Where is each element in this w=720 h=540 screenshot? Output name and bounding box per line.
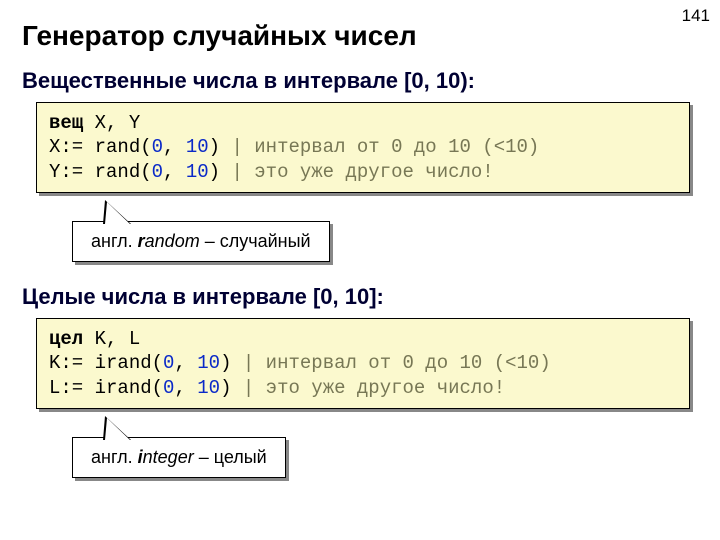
number-literal: 0 bbox=[152, 161, 163, 183]
code-text: , bbox=[174, 352, 197, 374]
callout-pointer-icon bbox=[103, 200, 131, 224]
number-literal: 0 bbox=[163, 377, 174, 399]
slide-title: Генератор случайных чисел bbox=[22, 20, 698, 52]
callout-word: andom bbox=[145, 231, 200, 251]
section2-heading: Целые числа в интервале [0, 10]: bbox=[22, 284, 698, 310]
number-literal: 10 bbox=[186, 161, 209, 183]
code-text: X:= rand( bbox=[49, 136, 152, 158]
code-text: , bbox=[174, 377, 197, 399]
code-text: , bbox=[163, 136, 186, 158]
code-text: K:= irand( bbox=[49, 352, 163, 374]
number-literal: 10 bbox=[197, 377, 220, 399]
code-text: ) bbox=[220, 377, 243, 399]
number-literal: 0 bbox=[152, 136, 163, 158]
callout-translation: – случайный bbox=[200, 231, 311, 251]
page-number: 141 bbox=[682, 6, 710, 26]
code-text: Y:= rand( bbox=[49, 161, 152, 183]
code-text: K, L bbox=[83, 328, 140, 350]
callout-random: англ. random – случайный bbox=[72, 193, 698, 262]
code-block-real: вещ X, Y X:= rand(0, 10) | интервал от 0… bbox=[36, 102, 690, 193]
code-text: ) bbox=[220, 352, 243, 374]
number-literal: 10 bbox=[186, 136, 209, 158]
code-comment: | интервал от 0 до 10 (<10) bbox=[231, 136, 539, 158]
slide-content: Генератор случайных чисел Вещественные ч… bbox=[0, 0, 720, 478]
code-text: , bbox=[163, 161, 186, 183]
callout-box: англ. integer – целый bbox=[72, 437, 286, 478]
callout-prefix: англ. bbox=[91, 231, 138, 251]
number-literal: 0 bbox=[163, 352, 174, 374]
callout-highlight-letter: r bbox=[138, 231, 145, 251]
keyword-vesh: вещ bbox=[49, 112, 83, 134]
code-comment: | это уже другое число! bbox=[231, 161, 493, 183]
section1-heading: Вещественные числа в интервале [0, 10): bbox=[22, 68, 698, 94]
callout-integer: англ. integer – целый bbox=[72, 409, 698, 478]
callout-translation: – целый bbox=[194, 447, 267, 467]
code-text: ) bbox=[209, 136, 232, 158]
callout-box: англ. random – случайный bbox=[72, 221, 330, 262]
callout-word: nteger bbox=[143, 447, 194, 467]
code-comment: | это уже другое число! bbox=[243, 377, 505, 399]
code-block-int: цел K, L K:= irand(0, 10) | интервал от … bbox=[36, 318, 690, 409]
keyword-tsel: цел bbox=[49, 328, 83, 350]
number-literal: 10 bbox=[197, 352, 220, 374]
code-text: L:= irand( bbox=[49, 377, 163, 399]
code-text: X, Y bbox=[83, 112, 140, 134]
callout-pointer-icon bbox=[103, 416, 131, 440]
code-comment: | интервал от 0 до 10 (<10) bbox=[243, 352, 551, 374]
code-text: ) bbox=[209, 161, 232, 183]
callout-prefix: англ. bbox=[91, 447, 138, 467]
